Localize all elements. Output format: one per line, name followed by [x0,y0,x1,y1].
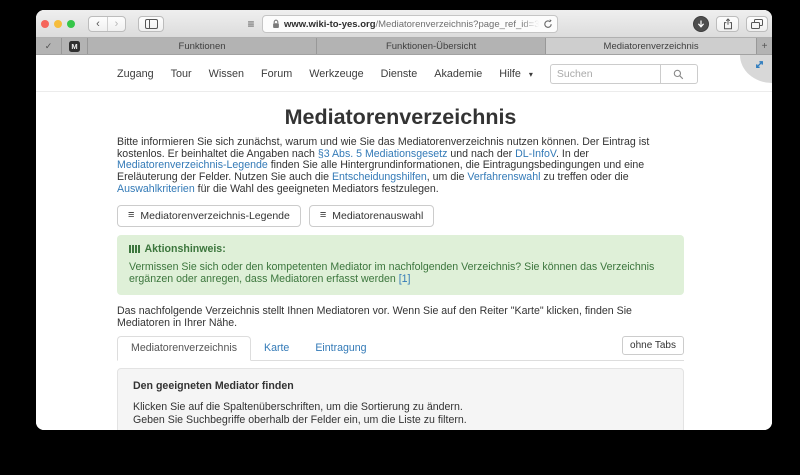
page-content: Zugang Tour Wissen Forum Werkzeuge Diens… [36,55,772,430]
hamburger-icon: ≡ [247,17,254,31]
page-title: Mediatorenverzeichnis [117,105,684,130]
nav-item-wissen[interactable]: Wissen [209,68,244,80]
lock-icon [272,19,280,29]
pinned-tab-check[interactable]: ✓ [36,38,62,54]
browser-tab-funktionen[interactable]: Funktionen [88,38,317,54]
sidebar-toggle-button[interactable] [138,16,164,32]
hamburger-icon: ≡ [128,210,134,221]
nav-item-hilfe[interactable]: Hilfe [499,68,521,80]
browser-tab-bar: ✓ M Funktionen Funktionen-Übersicht Medi… [36,38,772,55]
site-navigation: Zugang Tour Wissen Forum Werkzeuge Diens… [36,55,772,92]
tab-karte[interactable]: Karte [251,337,302,360]
reader-button[interactable]: ≡ [242,17,260,31]
zoom-window-button[interactable] [67,20,75,28]
url-text: www.wiki-to-yes.org/Mediatorenverzeichni… [284,19,539,30]
back-button[interactable]: ‹ [89,17,107,31]
notice-body: Vermissen Sie sich oder den kompetenten … [129,261,672,286]
notice-title: Aktionshinweis: [129,243,672,255]
tab-mediatorenverzeichnis[interactable]: Mediatorenverzeichnis [117,336,251,361]
ohne-tabs-button[interactable]: ohne Tabs [622,336,684,355]
nav-item-akademie[interactable]: Akademie [434,68,482,80]
share-button[interactable] [716,16,739,32]
legende-button[interactable]: ≡ Mediatorenverzeichnis-Legende [117,205,301,227]
downloads-button[interactable] [693,16,709,32]
search-button[interactable] [660,64,698,84]
browser-tab-mediatorenverzeichnis[interactable]: Mediatorenverzeichnis [546,38,757,54]
tab-overview-icon [751,19,763,29]
text-link[interactable]: §3 Abs. 5 Mediationsgesetz [318,148,448,160]
help-panel-line: Geben Sie Suchbegriffe oberhalb der Feld… [133,414,668,427]
content-tabs: Mediatorenverzeichnis Karte Eintragung o… [117,336,684,361]
search-icon [673,69,684,80]
text-link[interactable]: [1] [399,273,411,285]
minimize-window-button[interactable] [54,20,62,28]
help-panel-line: Klicken Sie auf die Spaltenüberschriften… [133,401,668,414]
browser-tab-funktionen-uebersicht[interactable]: Funktionen-Übersicht [317,38,546,54]
forward-button[interactable]: › [107,17,125,31]
action-notice-box: Aktionshinweis: Vermissen Sie sich oder … [117,235,684,296]
text-link[interactable]: DL-InfoV [515,148,556,160]
action-button-row: ≡ Mediatorenverzeichnis-Legende ≡ Mediat… [117,205,684,227]
directory-intro: Das nachfolgende Verzeichnis stellt Ihne… [117,305,684,329]
tab-eintragung[interactable]: Eintragung [302,337,379,360]
text-link[interactable]: Auswahlkriterien [117,183,195,195]
intro-paragraph: Bitte informieren Sie sich zunächst, war… [117,137,684,196]
new-tab-button[interactable]: + [757,38,772,54]
nav-item-tour[interactable]: Tour [171,68,192,80]
nav-item-forum[interactable]: Forum [261,68,292,80]
pinned-tab-m[interactable]: M [62,38,88,54]
nav-item-dienste[interactable]: Dienste [381,68,418,80]
url-field[interactable]: www.wiki-to-yes.org/Mediatorenverzeichni… [262,15,558,33]
close-window-button[interactable] [41,20,49,28]
tab-overview-button[interactable] [746,16,768,32]
search-group [550,64,698,84]
hamburger-icon: ≡ [320,210,326,221]
text-link[interactable]: Entscheidungshilfen [332,171,427,183]
history-nav-group: ‹ › [88,16,126,32]
refresh-button[interactable] [543,19,553,29]
text-link[interactable]: Verfahrenswahl [467,171,540,183]
m-badge-icon: M [69,41,80,52]
mediatorenauswahl-button[interactable]: ≡ Mediatorenauswahl [309,205,434,227]
browser-toolbar: ‹ › ≡ www.wiki-to-yes.org/Mediatorenverz… [36,10,772,38]
action-bars-icon [129,245,140,253]
help-panel-title: Den geeigneten Mediator finden [133,380,668,392]
share-icon [723,18,733,30]
nav-item-zugang[interactable]: Zugang [117,68,154,80]
window-controls [41,20,75,28]
search-input[interactable] [550,64,660,84]
sidebar-icon [145,19,158,29]
help-panel: Den geeigneten Mediator finden Klicken S… [117,368,684,430]
check-icon: ✓ [45,41,53,52]
nav-item-werkzeuge[interactable]: Werkzeuge [309,68,363,80]
download-arrow-icon [697,20,705,29]
browser-window: ‹ › ≡ www.wiki-to-yes.org/Mediatorenverz… [36,10,772,430]
text-link[interactable]: Mediatorenverzeichnis-Legende [117,159,268,171]
chevron-down-icon[interactable]: ▾ [529,70,533,79]
expand-icon [754,59,765,70]
